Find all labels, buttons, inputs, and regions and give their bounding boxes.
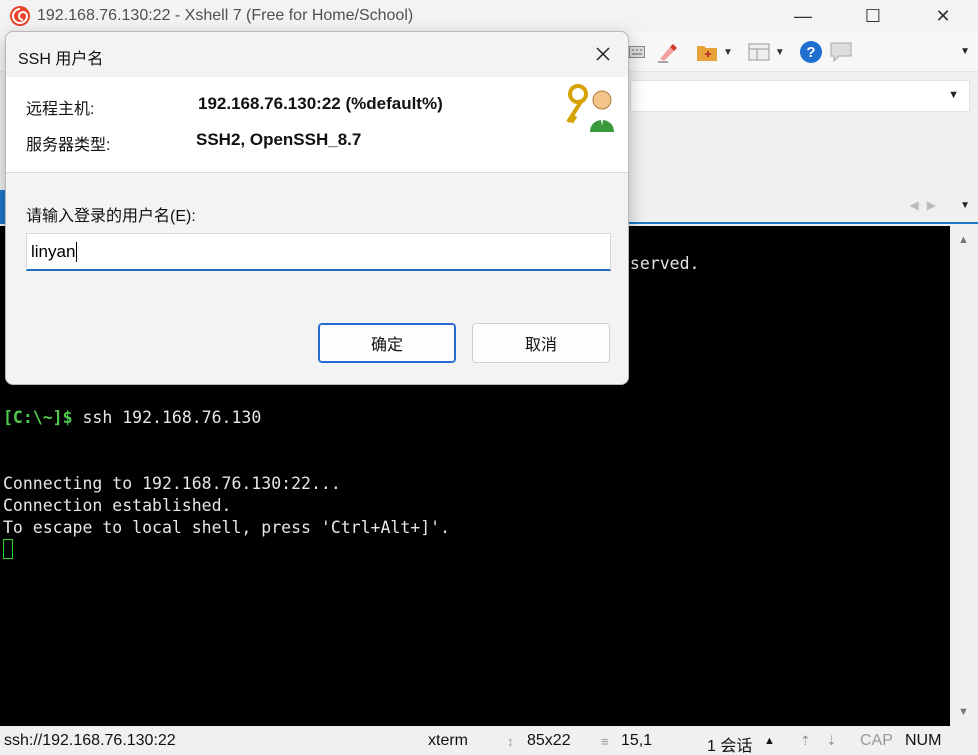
connection-address: ssh://192.168.76.130:22 — [4, 732, 176, 749]
ssh-username-dialog: SSH 用户名 远程主机: 192.168.76.130:22 (%defaul… — [5, 31, 629, 385]
layout-icon[interactable] — [747, 40, 771, 64]
cursor-position: 15,1 — [621, 732, 653, 749]
window-title-bar: 192.168.76.130:22 - Xshell 7 (Free for H… — [0, 0, 978, 32]
session-count[interactable]: 1 会话 — [707, 732, 752, 755]
terminal-size: 85x22 — [527, 732, 571, 749]
chevron-down-icon[interactable]: ▼ — [948, 89, 959, 101]
xshell-app-icon — [10, 6, 30, 26]
download-arrow-icon[interactable]: ⇣ — [826, 733, 837, 749]
server-type-label: 服务器类型: — [26, 137, 111, 154]
chevron-up-icon[interactable]: ▲ — [764, 735, 775, 747]
chevron-down-icon[interactable]: ▼ — [723, 47, 733, 58]
tab-list-icon[interactable]: ▼ — [960, 200, 970, 211]
chat-bubble-icon[interactable] — [829, 40, 853, 64]
upload-arrow-icon[interactable]: ⇡ — [800, 733, 811, 749]
dialog-close-button[interactable] — [586, 38, 620, 70]
terminal-line: eserved. — [620, 254, 700, 273]
minimize-icon: — — [794, 5, 812, 26]
user-key-icon — [566, 84, 614, 132]
maximize-icon: ☐ — [864, 5, 882, 26]
terminal-scrollbar[interactable]: ▲ ▼ — [950, 226, 978, 726]
window-title: 192.168.76.130:22 - Xshell 7 (Free for H… — [37, 7, 414, 24]
server-type-value: SSH2, OpenSSH_8.7 — [196, 130, 362, 149]
connection-info-panel: 远程主机: 192.168.76.130:22 (%default%) 服务器类… — [6, 77, 628, 173]
terminal-type: xterm — [428, 732, 468, 749]
terminal-line: To escape to local shell, press 'Ctrl+Al… — [3, 518, 451, 537]
svg-text:?: ? — [806, 44, 815, 61]
shell-prompt: [C:\~]$ — [3, 408, 73, 427]
terminal-prompt-line: [C:\~]$ ssh 192.168.76.130 — [3, 407, 261, 429]
tab-scroll-arrows-icon[interactable]: ◀▶ — [910, 198, 944, 212]
username-prompt-label: 请输入登录的用户名(E): — [26, 208, 196, 225]
scroll-up-icon[interactable]: ▲ — [958, 234, 969, 246]
num-lock-indicator: NUM — [905, 732, 942, 749]
help-icon[interactable]: ? — [799, 40, 823, 64]
cursor-position-icon: ≡ — [601, 734, 609, 749]
text-caret — [76, 241, 78, 262]
ok-button[interactable]: 确定 — [318, 323, 456, 363]
resize-icon: ↕ — [507, 734, 514, 749]
scroll-down-icon[interactable]: ▼ — [958, 706, 969, 718]
close-icon — [596, 47, 610, 61]
terminal-cursor-line — [3, 539, 13, 561]
cancel-button[interactable]: 取消 — [472, 323, 610, 363]
address-input[interactable]: ▼ — [630, 80, 970, 112]
remote-host-label: 远程主机: — [26, 101, 95, 118]
remote-host-value: 192.168.76.130:22 (%default%) — [198, 94, 443, 113]
close-window-button[interactable]: ✕ — [908, 0, 978, 32]
terminal-line: Connecting to 192.168.76.130:22... — [3, 474, 341, 493]
new-folder-icon[interactable] — [695, 40, 719, 64]
status-bar: ssh://192.168.76.130:22 xterm ↕ 85x22 ≡ … — [0, 726, 978, 755]
maximize-button[interactable]: ☐ — [838, 0, 908, 32]
close-icon: ✕ — [935, 5, 951, 26]
toolbar-overflow-icon[interactable]: ▼ — [960, 46, 970, 57]
username-input[interactable]: linyan — [26, 233, 611, 271]
terminal-cursor — [3, 539, 13, 559]
caps-lock-indicator: CAP — [860, 732, 893, 749]
terminal-line: Connection established. — [3, 496, 232, 515]
chevron-down-icon[interactable]: ▼ — [775, 47, 785, 58]
highlighter-icon[interactable] — [655, 40, 679, 64]
minimize-button[interactable]: — — [768, 0, 838, 32]
command-text: ssh 192.168.76.130 — [72, 408, 262, 427]
dialog-title: SSH 用户名 — [18, 51, 104, 68]
username-value: linyan — [31, 241, 76, 261]
